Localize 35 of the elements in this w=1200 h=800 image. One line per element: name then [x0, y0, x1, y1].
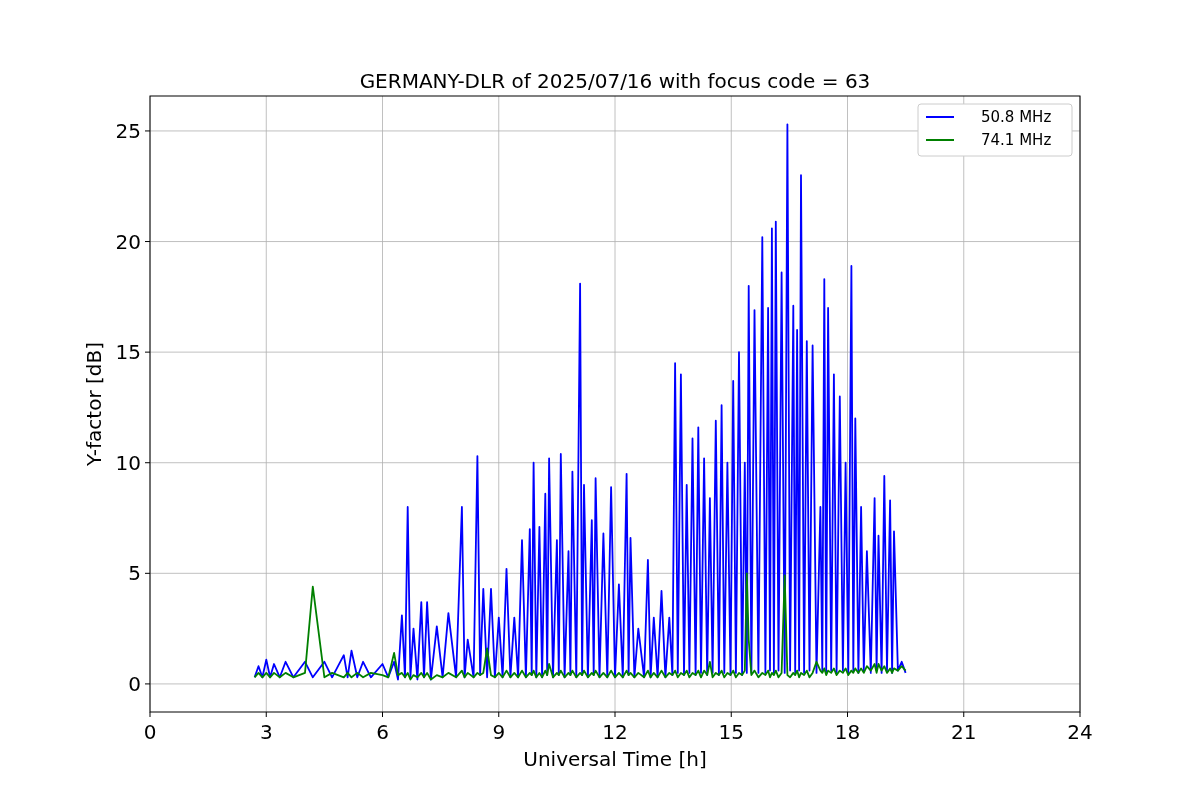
tick-mark: [1079, 711, 1081, 718]
tick-mark: [144, 572, 151, 574]
tick-mark: [265, 711, 267, 718]
tick-label: 20: [115, 229, 141, 254]
tick-label: 15: [718, 720, 744, 744]
tick-label: 25: [115, 118, 141, 143]
tick-label: 6: [376, 720, 389, 744]
tick-mark: [963, 711, 965, 718]
legend-label: 50.8 MHz: [981, 108, 1052, 126]
tick-mark: [144, 462, 151, 464]
tick-mark: [847, 711, 848, 718]
tick-mark: [149, 711, 151, 718]
tick-label: 3: [259, 720, 273, 744]
tick-label: 18: [834, 720, 861, 744]
tick-label: 0: [128, 671, 141, 696]
tick-label: 21: [951, 720, 977, 744]
tick-label: 15: [115, 340, 141, 365]
tick-mark: [382, 711, 383, 718]
tick-label: 24: [1067, 720, 1093, 744]
tick-label: 0: [143, 720, 157, 744]
legend-label: 74.1 MHz: [981, 131, 1052, 149]
tick-mark: [144, 241, 151, 243]
tick-label: 5: [128, 561, 141, 586]
chart-title: GERMANY-DLR of 2025/07/16 with focus code = 63: [359, 69, 871, 93]
tick-mark: [730, 711, 732, 718]
y-axis-label: Y-factor [dB]: [82, 342, 106, 466]
tick-mark: [614, 711, 616, 718]
tick-label: 10: [115, 450, 141, 475]
tick-mark: [144, 351, 151, 353]
tick-label: 9: [492, 720, 506, 744]
tick-mark: [144, 683, 151, 685]
tick-label: 12: [602, 720, 628, 744]
tick-mark: [144, 130, 151, 132]
x-axis-label: Universal Time [h]: [523, 747, 707, 771]
tick-mark: [498, 711, 500, 718]
